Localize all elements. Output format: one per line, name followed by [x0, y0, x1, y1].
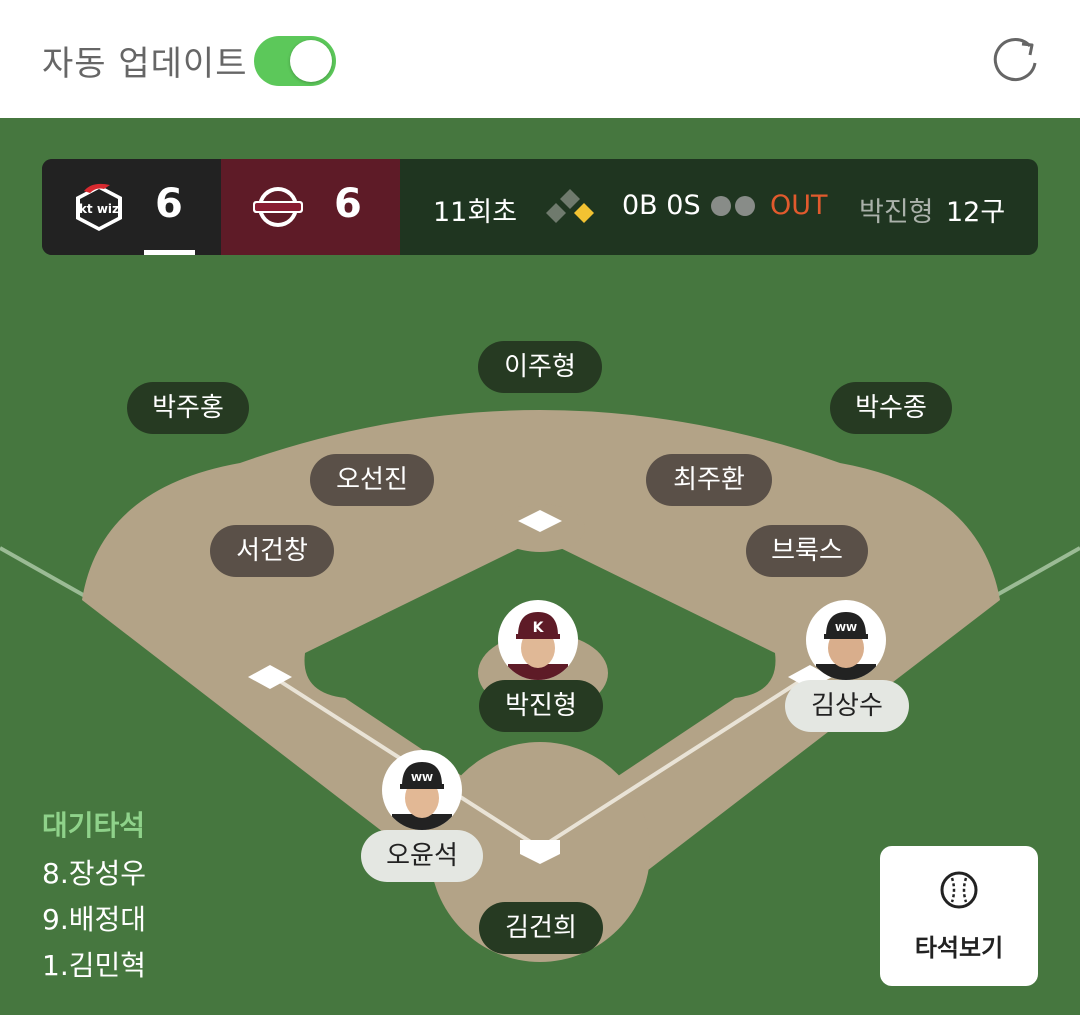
fielder-catcher[interactable]: 김건희	[479, 902, 603, 954]
svg-text:kt wiz: kt wiz	[79, 202, 119, 216]
on-deck-item: 1.김민혁	[42, 949, 146, 982]
fielder-first-base[interactable]: 브룩스	[746, 525, 868, 577]
toggle-knob	[290, 40, 332, 82]
kt-wiz-logo: kt wiz	[70, 179, 128, 235]
svg-text:K: K	[533, 620, 545, 636]
fielder-right[interactable]: 박수종	[830, 382, 952, 434]
out-indicator	[711, 196, 759, 227]
batter[interactable]: 오윤석	[361, 830, 483, 882]
out-label: OUT	[770, 190, 828, 221]
home-score: 6	[334, 181, 362, 227]
current-pitcher: 박진형	[859, 197, 934, 228]
kiwoom-heroes-logo	[249, 179, 307, 235]
scoreboard: kt wiz 6 6 11회초 0B 0S OUT 박진형 12구	[42, 159, 1038, 255]
fielder-pitcher[interactable]: 박진형	[479, 680, 603, 732]
fielder-second-base[interactable]: 최주환	[646, 454, 772, 506]
batter-avatar[interactable]: WW	[382, 750, 462, 830]
fielder-center[interactable]: 이주형	[478, 341, 602, 393]
home-team-tab[interactable]: 6	[221, 159, 400, 255]
away-team-tab[interactable]: kt wiz 6	[42, 159, 221, 255]
view-at-bat-label: 타석보기	[914, 934, 1004, 962]
view-at-bat-button[interactable]: 타석보기	[880, 846, 1038, 986]
auto-update-label: 자동 업데이트	[42, 44, 248, 84]
pitch-count: 12구	[946, 197, 1006, 228]
svg-text:WW: WW	[835, 623, 857, 634]
ball-strike-count: 0B 0S	[622, 190, 701, 221]
runner-first[interactable]: 김상수	[785, 680, 909, 732]
auto-update-toggle[interactable]	[254, 36, 336, 86]
runner-first-avatar[interactable]: WW	[806, 600, 886, 680]
fielder-third-base[interactable]: 서건창	[210, 525, 334, 577]
on-deck-item: 8.장성우	[42, 857, 146, 890]
svg-text:WW: WW	[411, 773, 433, 784]
baseball-field: kt wiz 6 6 11회초 0B 0S OUT 박진형 12구 이주형 박주…	[0, 118, 1080, 1015]
on-deck-title: 대기타석	[42, 809, 146, 842]
fielder-shortstop[interactable]: 오선진	[310, 454, 434, 506]
refresh-icon[interactable]	[986, 34, 1044, 92]
top-bar: 자동 업데이트	[0, 0, 1080, 118]
base-runners-icon	[542, 185, 598, 229]
inning-label: 11회초	[433, 197, 518, 228]
pitcher-avatar[interactable]: K	[498, 600, 578, 680]
on-deck-item: 9.배정대	[42, 903, 146, 936]
fielder-left[interactable]: 박주홍	[127, 382, 249, 434]
away-score: 6	[155, 181, 183, 227]
active-team-indicator	[144, 250, 195, 255]
game-status: 11회초 0B 0S OUT 박진형 12구	[400, 159, 1038, 255]
baseball-icon	[940, 871, 978, 909]
